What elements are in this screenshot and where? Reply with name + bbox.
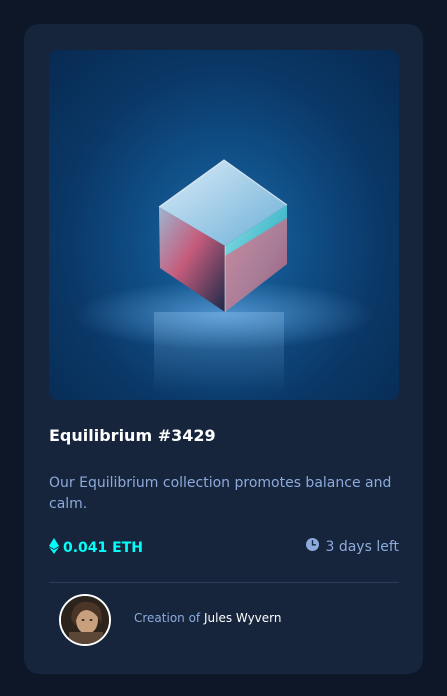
divider: [49, 582, 399, 583]
creator-name-link[interactable]: Jules Wyvern: [204, 611, 282, 625]
creator-prefix: Creation of: [134, 611, 201, 625]
ethereum-icon: [49, 538, 59, 558]
creator-credit: Creation of Jules Wyvern: [134, 611, 281, 625]
nft-title[interactable]: Equilibrium #3429: [49, 426, 216, 445]
cube-artwork: [74, 159, 374, 392]
nft-image[interactable]: [49, 50, 399, 400]
clock-icon: [306, 538, 320, 555]
time-left-label: 3 days left: [325, 538, 399, 555]
nft-price: 0.041 ETH: [49, 538, 143, 558]
nft-card: Equilibrium #3429 Our Equilibrium collec…: [24, 24, 423, 674]
nft-description: Our Equilibrium collection promotes bala…: [49, 475, 392, 512]
time-left: 3 days left: [306, 538, 399, 555]
avatar: [59, 594, 111, 646]
price-value: 0.041 ETH: [63, 540, 143, 556]
